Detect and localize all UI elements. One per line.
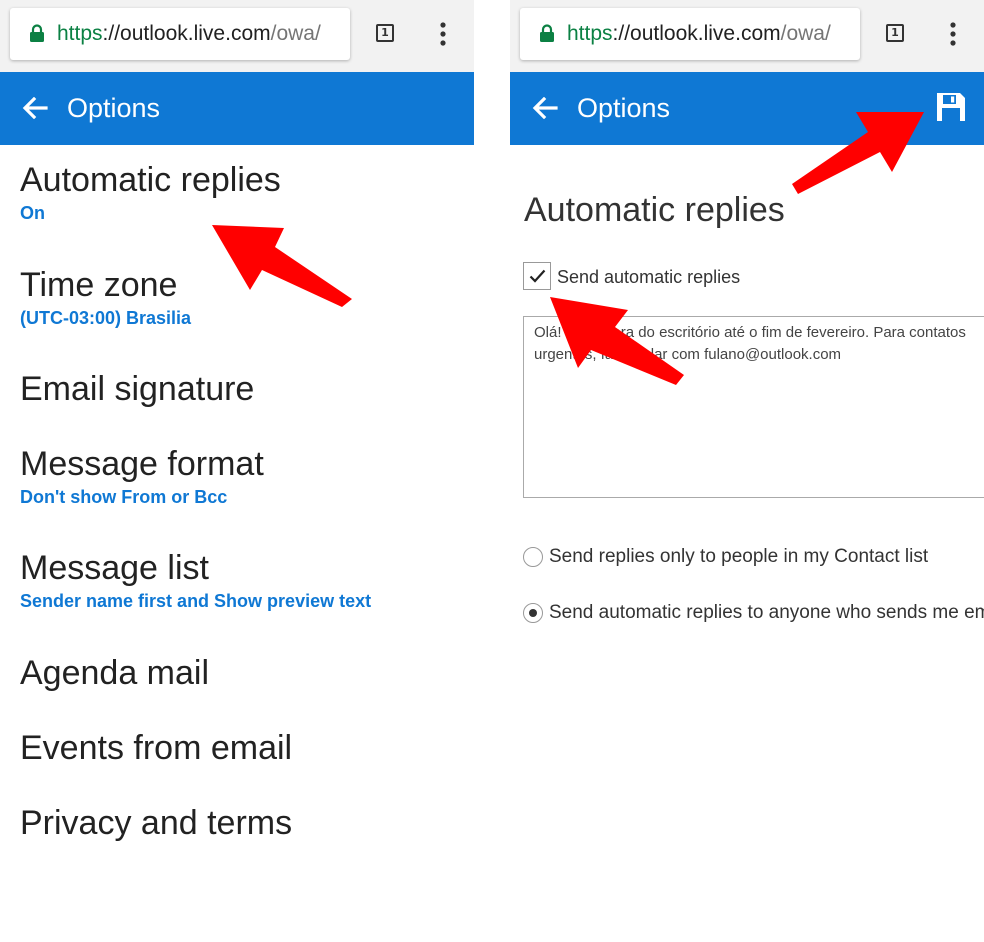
address-bar[interactable]: https://outlook.live.com/owa/	[10, 8, 350, 60]
option-events-from-email[interactable]: Events from email	[20, 728, 292, 768]
tab-switcher-icon[interactable]: 1	[886, 24, 904, 42]
radio-anyone-label: Send automatic replies to anyone who sen…	[549, 602, 984, 623]
checkmark-icon	[529, 269, 546, 283]
kebab-menu-icon[interactable]	[949, 22, 957, 46]
address-bar[interactable]: https://outlook.live.com/owa/	[520, 8, 860, 60]
option-automatic-replies[interactable]: Automatic replies On	[20, 160, 281, 224]
save-floppy-icon[interactable]	[935, 91, 967, 123]
auto-reply-message-text: Olá! Estou fora do escritório até o fim …	[534, 324, 966, 363]
option-title: Agenda mail	[20, 654, 210, 692]
send-automatic-replies-checkbox[interactable]	[523, 262, 551, 290]
back-arrow-icon[interactable]	[532, 97, 558, 119]
option-message-list[interactable]: Message list Sender name first and Show …	[20, 548, 371, 612]
option-title: Automatic replies	[20, 161, 281, 199]
option-message-format[interactable]: Message format Don't show From or Bcc	[20, 444, 264, 508]
radio-anyone[interactable]	[523, 603, 543, 623]
kebab-menu-icon[interactable]	[439, 22, 447, 46]
radio-contacts-only-label: Send replies only to people in my Contac…	[549, 546, 929, 567]
automatic-replies-screen: https://outlook.live.com/owa/ 1 Options …	[510, 0, 984, 942]
option-email-signature[interactable]: Email signature	[20, 369, 254, 409]
page-title: Options	[577, 93, 671, 123]
page-title: Options	[67, 93, 161, 123]
option-privacy-and-terms[interactable]: Privacy and terms	[20, 803, 292, 843]
automatic-replies-heading: Automatic replies	[524, 191, 785, 229]
option-agenda-mail[interactable]: Agenda mail	[20, 653, 209, 693]
lock-icon	[540, 24, 554, 42]
option-title: Message list	[20, 549, 209, 587]
option-time-zone[interactable]: Time zone (UTC-03:00) Brasilia	[20, 265, 191, 329]
tab-switcher-icon[interactable]: 1	[376, 24, 394, 42]
option-subtitle: On	[20, 203, 45, 223]
browser-toolbar: https://outlook.live.com/owa/ 1	[0, 0, 474, 72]
app-header: Options	[510, 72, 984, 145]
option-title: Message format	[20, 445, 264, 483]
option-subtitle: (UTC-03:00) Brasilia	[20, 308, 192, 328]
option-subtitle: Don't show From or Bcc	[20, 487, 228, 507]
option-subtitle: Sender name first and Show preview text	[20, 591, 372, 611]
option-title: Email signature	[20, 370, 255, 408]
send-automatic-replies-label: Send automatic replies	[557, 267, 741, 287]
back-arrow-icon[interactable]	[22, 97, 48, 119]
radio-contacts-only[interactable]	[523, 547, 543, 567]
browser-toolbar: https://outlook.live.com/owa/ 1	[510, 0, 984, 72]
option-title: Privacy and terms	[20, 804, 293, 842]
lock-icon	[30, 24, 44, 42]
auto-reply-message-textarea[interactable]: Olá! Estou fora do escritório até o fim …	[523, 316, 984, 498]
url-text: https://outlook.live.com/owa/	[567, 22, 831, 45]
option-title: Events from email	[20, 729, 293, 767]
url-text: https://outlook.live.com/owa/	[57, 22, 321, 45]
option-title: Time zone	[20, 266, 178, 304]
options-list-screen: https://outlook.live.com/owa/ 1 Options …	[0, 0, 474, 942]
app-header: Options	[0, 72, 474, 145]
